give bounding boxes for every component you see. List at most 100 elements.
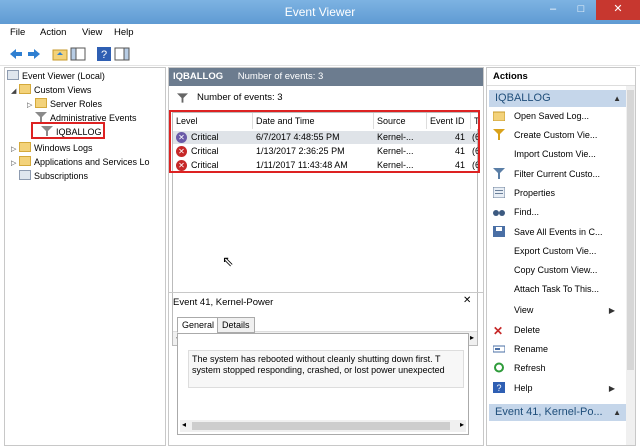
menu-file[interactable]: File <box>10 27 25 38</box>
action-label: Properties <box>514 188 556 198</box>
properties-icon <box>493 187 505 198</box>
menu-action[interactable]: Action <box>40 27 66 38</box>
filter-summary: Number of events: 3 <box>197 92 283 103</box>
action-label: Delete <box>514 325 541 335</box>
menu-help[interactable]: Help <box>114 27 134 38</box>
expand-icon[interactable]: ▷ <box>11 143 19 156</box>
folder-icon <box>35 98 47 108</box>
tree-label: Subscriptions <box>34 171 89 181</box>
tree-item-applications-services[interactable]: ▷ Applications and Services Lo <box>11 156 150 169</box>
event-description[interactable]: The system has rebooted without cleanly … <box>188 350 464 388</box>
action-filter-current[interactable]: Filter Current Custo... <box>493 166 600 183</box>
event-detail-pane: Event 41, Kernel-Power ✕ General Details… <box>169 292 483 446</box>
folder-icon <box>19 142 31 152</box>
event-count: Number of events: 3 <box>237 71 324 82</box>
action-label: Help <box>514 383 533 393</box>
detail-title: Event 41, Kernel-Power <box>173 297 274 308</box>
tree-item-event-viewer-local[interactable]: Event Viewer (Local) <box>7 70 105 83</box>
show-hide-tree-icon[interactable] <box>70 46 86 62</box>
tree-item-windows-logs[interactable]: ▷ Windows Logs <box>11 142 93 155</box>
view-name: IQBALLOG <box>173 71 224 82</box>
action-delete[interactable]: ✕ Delete <box>493 322 540 339</box>
delete-icon: ✕ <box>493 324 504 338</box>
tab-general[interactable]: General <box>177 317 220 333</box>
close-detail-icon[interactable]: ✕ <box>463 295 471 306</box>
action-help[interactable]: ? Help ▶ <box>493 380 621 397</box>
filter-bar: Number of events: 3 <box>169 88 483 108</box>
maximize-button[interactable]: □ <box>568 0 594 20</box>
action-refresh[interactable]: Refresh <box>493 360 546 377</box>
actions-section-event[interactable]: Event 41, Kernel-Po... ▲ <box>489 404 627 421</box>
binoculars-icon <box>493 210 505 216</box>
minimize-button[interactable]: – <box>540 0 566 20</box>
filter-icon <box>493 168 505 179</box>
expand-icon[interactable]: ▷ <box>27 99 35 112</box>
filter-star-icon <box>493 129 505 140</box>
action-label: Attach Task To This... <box>514 284 600 294</box>
mouse-cursor-icon: ⇖ <box>222 253 234 269</box>
expand-icon[interactable]: ▷ <box>11 157 19 170</box>
tree-label: Windows Logs <box>34 143 93 153</box>
detail-content: The system has rebooted without cleanly … <box>177 333 469 435</box>
section-label: Event 41, Kernel-Po... <box>495 406 603 418</box>
action-properties[interactable]: Properties <box>493 185 555 202</box>
scroll-thumb[interactable] <box>627 90 634 370</box>
tree-label: Event Viewer (Local) <box>22 71 105 81</box>
refresh-icon <box>494 362 504 373</box>
close-button[interactable]: ✕ <box>596 0 640 20</box>
collapse-up-icon[interactable]: ▲ <box>613 404 621 421</box>
folder-icon <box>19 84 31 94</box>
action-rename[interactable]: Rename <box>493 341 548 358</box>
action-label: View <box>514 305 534 315</box>
scroll-left-icon[interactable]: ◂ <box>182 420 186 429</box>
action-label: Import Custom Vie... <box>514 149 596 159</box>
action-attach-task[interactable]: Attach Task To This... <box>493 281 599 298</box>
collapse-icon[interactable]: ◢ <box>11 85 19 98</box>
svg-text:?: ? <box>101 49 107 61</box>
up-folder-icon[interactable] <box>52 46 68 62</box>
menu-view[interactable]: View <box>82 27 102 38</box>
scroll-thumb[interactable] <box>192 422 450 430</box>
rename-icon <box>493 345 505 353</box>
action-export-custom-view[interactable]: Export Custom Vie... <box>493 243 596 260</box>
action-label: Refresh <box>514 363 546 373</box>
selection-highlight-box <box>31 122 105 139</box>
horizontal-scrollbar[interactable]: ◂ ▸ <box>180 420 466 432</box>
pane-header: IQBALLOG Number of events: 3 <box>169 68 483 86</box>
actions-section-iqballog[interactable]: IQBALLOG ▲ <box>489 90 627 107</box>
action-label: Filter Current Custo... <box>514 169 601 179</box>
action-pane-icon[interactable] <box>114 46 130 62</box>
action-open-saved-log[interactable]: Open Saved Log... <box>493 108 589 125</box>
help-icon[interactable]: ? <box>96 46 112 62</box>
toolbar: ? <box>0 42 640 66</box>
action-find[interactable]: Find... <box>493 204 539 221</box>
collapse-up-icon[interactable]: ▲ <box>613 90 621 107</box>
action-label: Export Custom Vie... <box>514 246 597 256</box>
action-import-custom-view[interactable]: Import Custom Vie... <box>493 146 596 163</box>
tab-details[interactable]: Details <box>217 317 255 333</box>
action-create-custom-view[interactable]: Create Custom Vie... <box>493 127 597 144</box>
back-arrow-icon[interactable] <box>8 46 24 62</box>
scroll-right-icon[interactable]: ▸ <box>460 420 464 429</box>
section-label: IQBALLOG <box>495 92 551 104</box>
folder-icon <box>19 156 31 166</box>
submenu-arrow-icon: ▶ <box>608 306 615 315</box>
action-label: Copy Custom View... <box>514 265 598 275</box>
menu-bar: File Action View Help <box>0 24 640 42</box>
svg-text:?: ? <box>497 383 502 393</box>
action-save-all-events[interactable]: Save All Events in C... <box>493 224 603 241</box>
vertical-scrollbar[interactable] <box>626 86 635 445</box>
submenu-arrow-icon: ▶ <box>608 384 615 393</box>
save-icon <box>493 226 505 237</box>
action-label: Rename <box>514 344 549 354</box>
forward-arrow-icon[interactable] <box>26 46 42 62</box>
tree-item-custom-views[interactable]: ◢ Custom Views <box>11 84 91 97</box>
filter-icon <box>177 93 188 103</box>
tree-item-subscriptions[interactable]: Subscriptions <box>19 170 88 183</box>
action-copy-custom-view[interactable]: Copy Custom View... <box>493 262 597 279</box>
action-label: Open Saved Log... <box>514 111 590 121</box>
tree-label: Server Roles <box>50 99 103 109</box>
action-label: Find... <box>514 207 540 217</box>
action-view[interactable]: View ▶ <box>493 302 621 319</box>
tree-item-server-roles[interactable]: ▷ Server Roles <box>27 98 102 111</box>
